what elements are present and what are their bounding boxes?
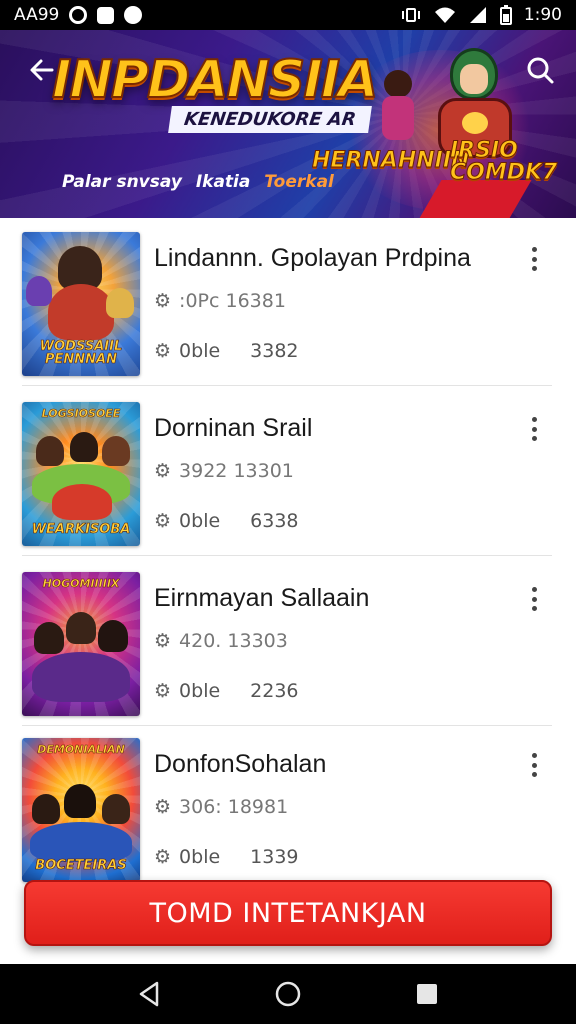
- item-meta-primary: ⚙ 306: 18981: [154, 796, 454, 818]
- banner-character-small: [378, 70, 418, 150]
- notification-ring-icon: [69, 6, 88, 24]
- banner-title: INPDANSIIA: [51, 50, 379, 110]
- item-meta-secondary: ⚙ 0ble 2236: [154, 680, 454, 702]
- search-button[interactable]: [522, 52, 558, 88]
- list-item[interactable]: HOGOMIIIIIX Eirnmayan Sallaain ⚙ 420. 13…: [22, 558, 552, 726]
- item-meta-secondary-label: 0ble: [179, 510, 221, 532]
- banner-tagline-3: Toerkal: [264, 172, 334, 192]
- item-meta-primary: ⚙ 420. 13303: [154, 630, 454, 652]
- status-time: 1:90: [523, 5, 562, 25]
- nav-back-button[interactable]: [129, 974, 169, 1014]
- item-meta-secondary: ⚙ 0ble 6338: [154, 510, 454, 532]
- gear-icon: ⚙: [154, 290, 172, 312]
- status-left-text: AA99: [14, 5, 60, 25]
- banner-subtitle: KENEDUKORE AR: [168, 106, 372, 133]
- banner-tagline-2: Ikatia: [195, 172, 251, 192]
- wifi-icon: [434, 7, 455, 23]
- item-cover-image: LOGSIOSOEE WEARKISOBA: [22, 402, 140, 546]
- item-meta-secondary-value: 1339: [250, 846, 299, 868]
- gear-icon: ⚙: [154, 846, 172, 868]
- item-cover-image: HOGOMIIIIIX: [22, 572, 140, 716]
- list-item[interactable]: WODSSAIIL PENNNAN Lindannn. Gpolayan Prd…: [22, 218, 552, 386]
- item-meta-secondary: ⚙ 0ble 1339: [154, 846, 454, 868]
- gear-icon: ⚙: [154, 630, 172, 652]
- item-cover-top-caption: DEMONIALIAN: [37, 743, 125, 756]
- item-cover-caption: WEARKISOBA: [31, 522, 131, 537]
- banner-tagline: Palar snvsay Ikatia Toerkal: [62, 172, 334, 192]
- gear-icon: ⚙: [154, 796, 172, 818]
- item-meta-primary: ⚙ 3922 13301: [154, 460, 454, 482]
- triangle-back-icon: [140, 981, 159, 1007]
- item-meta-secondary-label: 0ble: [179, 680, 221, 702]
- item-more-button[interactable]: [522, 750, 546, 780]
- item-cover-top-caption: LOGSIOSOEE: [41, 407, 121, 420]
- notification-box-icon: [97, 6, 115, 24]
- item-meta-secondary: ⚙ 0ble 3382: [154, 340, 454, 362]
- item-meta-primary-text: 420. 13303: [179, 630, 288, 652]
- gear-icon: ⚙: [154, 460, 172, 482]
- item-cover-image: WODSSAIIL PENNNAN: [22, 232, 140, 376]
- primary-action-button[interactable]: TOMD INTETANKJAN: [24, 880, 552, 946]
- item-title: Dorninan Srail: [154, 414, 313, 442]
- vibrate-icon: [401, 8, 420, 22]
- arrow-left-icon: [30, 59, 54, 81]
- item-title: DonfonSohalan: [154, 750, 327, 778]
- item-meta-primary-text: 3922 13301: [179, 460, 294, 482]
- notification-chat-icon: [124, 6, 143, 24]
- search-icon: [527, 57, 554, 84]
- item-meta-secondary-label: 0ble: [179, 340, 221, 362]
- banner-badge-left: HERNAHNIIN: [311, 148, 470, 174]
- item-cover-caption: BOCETEIRAS: [35, 858, 127, 873]
- item-meta-primary: ⚙ :0Pc 16381: [154, 290, 454, 312]
- back-button[interactable]: [24, 52, 60, 88]
- nav-home-button[interactable]: [268, 974, 308, 1014]
- item-meta-secondary-value: 6338: [250, 510, 299, 532]
- item-more-button[interactable]: [522, 244, 546, 274]
- list-item[interactable]: LOGSIOSOEE WEARKISOBA Dorninan Srail ⚙ 3…: [22, 388, 552, 556]
- banner-badge-right: IRSIO COMDK7: [450, 138, 558, 185]
- item-more-button[interactable]: [522, 414, 546, 444]
- content-list: WODSSAIIL PENNNAN Lindannn. Gpolayan Prd…: [0, 218, 576, 898]
- gear-icon: ⚙: [154, 340, 172, 362]
- item-more-button[interactable]: [522, 584, 546, 614]
- signal-icon: [469, 7, 486, 23]
- item-cover-top-caption: HOGOMIIIIIX: [42, 577, 120, 590]
- item-title: Lindannn. Gpolayan Prdpina: [154, 244, 471, 272]
- header-banner: INPDANSIIA KENEDUKORE AR Palar snvsay Ik…: [0, 30, 576, 218]
- status-bar: AA99 1:90: [0, 0, 576, 30]
- gear-icon: ⚙: [154, 680, 172, 702]
- list-item[interactable]: DEMONIALIAN BOCETEIRAS DonfonSohalan ⚙ 3…: [22, 724, 552, 892]
- item-cover-caption: WODSSAIIL PENNNAN: [39, 339, 123, 367]
- battery-icon: [499, 5, 512, 25]
- nav-recents-button[interactable]: [407, 974, 447, 1014]
- item-meta-secondary-value: 3382: [250, 340, 299, 362]
- item-meta-primary-text: :0Pc 16381: [179, 290, 286, 312]
- item-title: Eirnmayan Sallaain: [154, 584, 370, 612]
- item-meta-secondary-value: 2236: [250, 680, 299, 702]
- item-meta-secondary-label: 0ble: [179, 846, 221, 868]
- banner-tagline-1: Palar snvsay: [62, 172, 182, 192]
- gear-icon: ⚙: [154, 510, 172, 532]
- item-meta-primary-text: 306: 18981: [179, 796, 289, 818]
- circle-home-icon: [275, 981, 301, 1007]
- system-navigation-bar: [0, 964, 576, 1024]
- square-recents-icon: [416, 984, 437, 1004]
- item-cover-image: DEMONIALIAN BOCETEIRAS: [22, 738, 140, 882]
